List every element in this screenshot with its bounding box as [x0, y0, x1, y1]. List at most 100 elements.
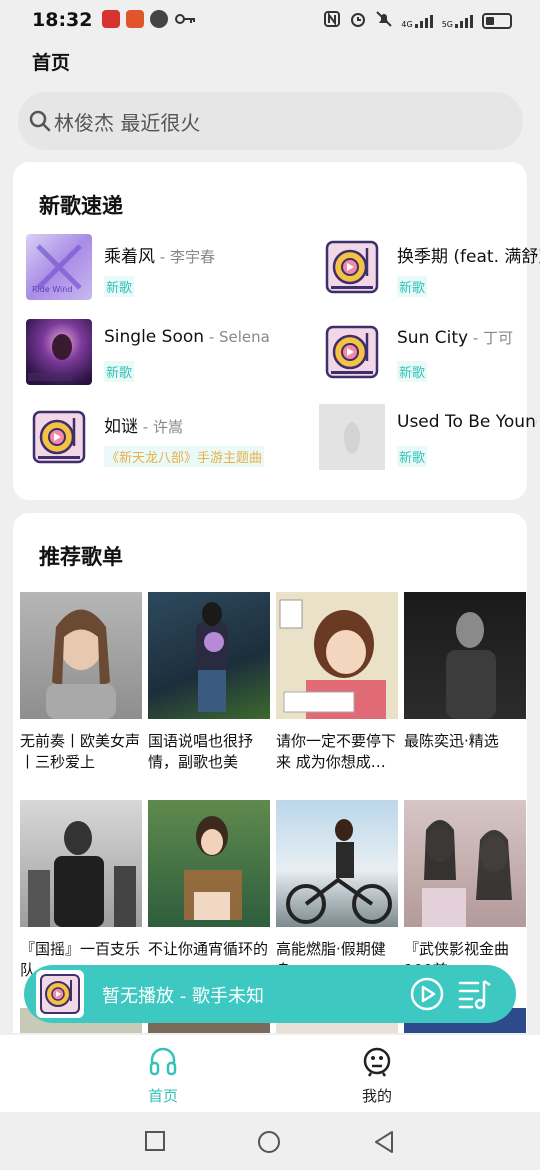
playlist-card[interactable]: 高能燃脂·假期健身: [276, 800, 398, 981]
song-item[interactable]: Ride Wind 乘着风 - 李宇春 新歌: [26, 234, 276, 300]
playlist-cover: [276, 592, 398, 719]
song-name: Single Soon: [104, 327, 205, 347]
new-songs-title: 新歌速递: [39, 194, 123, 218]
signal-5g-label: 5G: [441, 20, 453, 29]
playlist-cover: [404, 592, 526, 719]
song-tag: 新歌: [397, 446, 428, 467]
song-artist: - 李宇春: [155, 248, 215, 266]
song-item[interactable]: 如谜 - 许嵩 《新天龙八部》手游主题曲: [26, 404, 276, 470]
play-circle-icon: [410, 977, 444, 1015]
playlist-button[interactable]: [458, 977, 492, 1015]
tab-me[interactable]: 我的: [337, 1045, 417, 1106]
tab-me-label: 我的: [361, 1087, 392, 1105]
song-title: Sun City - 丁可: [397, 327, 513, 348]
playlist-icon: [458, 979, 492, 1015]
headphones-icon: [147, 1047, 179, 1081]
playlist-card[interactable]: 『国摇』一百支乐队: [20, 800, 142, 981]
signal-5g-icon: 5G: [442, 13, 474, 29]
record-player-icon: [319, 234, 385, 300]
song-artist: - 丁可: [468, 329, 514, 347]
tab-home[interactable]: 首页: [123, 1045, 203, 1106]
search-placeholder: 林俊杰 最近很火: [54, 110, 201, 135]
bottom-tab-bar: 首页 我的: [0, 1035, 540, 1112]
playlist-title: 无前奏丨欧美女声丨三秒爱上: [20, 732, 141, 771]
moon-icon: [86, 10, 96, 28]
signal-4g-label: 4G: [401, 20, 413, 29]
svg-text:Ride Wind: Ride Wind: [32, 285, 72, 294]
album-cover: [26, 319, 92, 385]
song-artist-name: Selena: [219, 328, 270, 346]
record-player-icon: [319, 319, 385, 385]
song-tag: 新歌: [397, 276, 428, 297]
playlist-cover: [404, 800, 526, 927]
song-title: Single Soon - Selena: [104, 327, 270, 347]
notification-icons: [86, 10, 196, 28]
playlist-title: 请你一定不要停下来 成为你想成…: [276, 732, 397, 771]
app-notification-icon-2: [126, 10, 144, 28]
song-artist-name: 丁可: [483, 329, 514, 347]
back-triangle-icon: [372, 1131, 396, 1158]
song-artist: - 许嵩: [138, 418, 183, 436]
nfc-icon: [323, 10, 341, 32]
song-artist: - Selena: [204, 328, 270, 346]
playlist-cover: [20, 592, 142, 719]
playlist-card[interactable]: 不让你通宵循环的: [148, 800, 270, 981]
square-icon: [144, 1131, 166, 1156]
system-navigation-bar: [0, 1112, 540, 1170]
song-tag: 《新天龙八部》手游主题曲: [104, 446, 265, 467]
record-player-icon: [36, 970, 84, 1018]
status-bar: 18:32 4G 5G: [0, 0, 540, 40]
song-item[interactable]: Single Soon - Selena 新歌: [26, 319, 276, 385]
song-item[interactable]: 换季期 (feat. 满舒克) 新歌: [319, 234, 540, 300]
record-player-icon: [26, 404, 92, 470]
playlist-cover: [148, 592, 270, 719]
song-tag: 新歌: [104, 276, 135, 297]
tab-home-label: 首页: [147, 1087, 178, 1105]
playlist-title: 最陈奕迅·精选: [404, 732, 499, 750]
playlist-card[interactable]: 无前奏丨欧美女声丨三秒爱上: [20, 592, 142, 773]
playlist-card[interactable]: 请你一定不要停下来 成为你想成…: [276, 592, 398, 773]
playlist-title: 国语说唱也很抒情，副歌也美: [148, 732, 254, 771]
search-bar[interactable]: 林俊杰 最近很火: [18, 92, 523, 150]
recent-apps-button[interactable]: [144, 1130, 166, 1156]
alarm-icon: [349, 10, 367, 32]
song-item[interactable]: Used To Be Young 新歌: [319, 404, 540, 470]
song-name: 换季期 (feat. 满舒克): [397, 247, 540, 267]
status-time: 18:32: [32, 9, 93, 31]
song-name: Sun City: [397, 328, 469, 348]
key-icon: [174, 10, 196, 28]
recommended-playlists-section: 推荐歌单 无前奏丨欧美女声丨三秒爱上 国语说唱也很抒情，副歌也美 请你一定不要停…: [13, 513, 527, 1033]
home-button[interactable]: [257, 1130, 281, 1158]
song-title: 如谜 - 许嵩: [104, 412, 183, 437]
play-button[interactable]: [410, 977, 444, 1015]
search-icon: [28, 109, 52, 133]
app-notification-icon: [102, 10, 120, 28]
circle-icon: [257, 1131, 281, 1158]
song-title: Used To Be Young: [397, 412, 537, 432]
mute-icon: [375, 10, 393, 32]
song-artist-name: 许嵩: [152, 418, 183, 436]
back-button[interactable]: [372, 1130, 396, 1158]
now-playing-text: 暂无播放 - 歌手未知: [102, 986, 264, 1007]
song-name: 如谜: [104, 417, 138, 437]
user-face-icon: [361, 1047, 393, 1081]
song-title: 乘着风 - 李宇春: [104, 242, 215, 267]
song-item[interactable]: Sun City - 丁可 新歌: [319, 319, 540, 385]
playlist-card[interactable]: 『武侠影视金曲100首』: [404, 800, 526, 981]
app-notification-icon-3: [150, 10, 168, 28]
playlists-title: 推荐歌单: [39, 545, 123, 569]
playlist-card[interactable]: 最陈奕迅·精选: [404, 592, 526, 773]
playlist-card[interactable]: 国语说唱也很抒情，副歌也美: [148, 592, 270, 773]
song-name: 乘着风: [104, 247, 155, 267]
signal-4g-icon: 4G: [401, 13, 433, 29]
playlist-cover: [276, 800, 398, 927]
playlist-cover: [20, 800, 142, 927]
song-tag: 新歌: [397, 361, 428, 382]
page-title: 首页: [32, 52, 71, 74]
song-artist-name: 李宇春: [169, 248, 215, 266]
new-songs-section: 新歌速递 Ride Wind 乘着风 - 李宇春 新歌 换季期 (feat. 满…: [13, 162, 540, 500]
album-cover: [319, 404, 385, 470]
song-tag: 新歌: [104, 361, 135, 382]
playlist-cover: [148, 800, 270, 927]
mini-player[interactable]: 暂无播放 - 歌手未知: [24, 965, 516, 1023]
